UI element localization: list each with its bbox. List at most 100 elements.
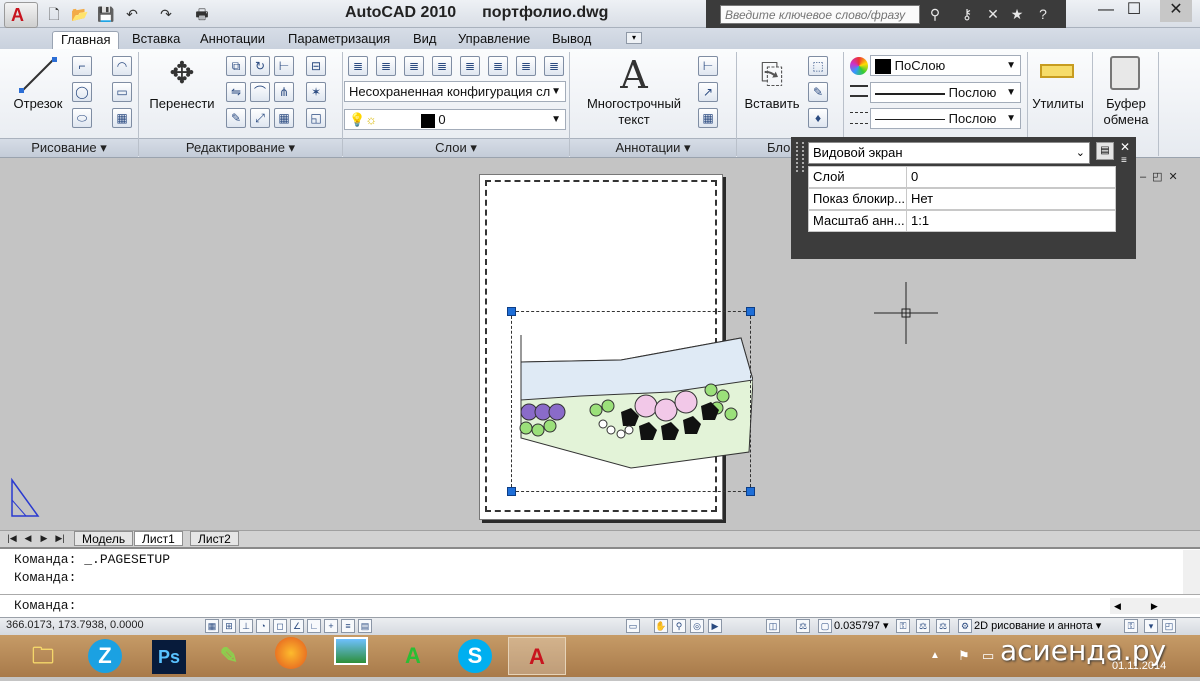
panel-annotation[interactable]: Аннотации ▾ xyxy=(570,138,736,157)
tab-sheet1[interactable]: Лист1 xyxy=(134,531,183,546)
explode-icon[interactable]: ✶ xyxy=(306,82,326,102)
tab-insert[interactable]: Вставка xyxy=(124,31,188,49)
polar-icon[interactable]: ◔ xyxy=(256,619,270,633)
panel-options-icon[interactable]: ≡ xyxy=(1121,155,1127,166)
photoshop-icon[interactable]: Ps xyxy=(140,637,198,675)
save-icon[interactable]: 💾 xyxy=(96,4,116,24)
open-icon[interactable]: 📂 xyxy=(70,4,90,24)
tab-home[interactable]: Главная xyxy=(52,31,120,49)
tray-flag-icon[interactable]: ⚑ xyxy=(958,648,970,664)
layer-state-combo[interactable]: Несохраненная конфигурация сл ▼ xyxy=(344,81,566,102)
mtext-button[interactable]: Многострочный текст xyxy=(578,96,690,128)
otrack-icon[interactable]: ∠ xyxy=(290,619,304,633)
new-icon[interactable]: 🗋 xyxy=(44,4,64,24)
linetype-combo[interactable]: Послою ▼ xyxy=(870,82,1021,103)
command-input[interactable]: Команда: xyxy=(14,598,1114,613)
ortho-icon[interactable]: ⊥ xyxy=(239,619,253,633)
ducs-icon[interactable]: ∟ xyxy=(307,619,321,633)
status-menu-icon[interactable]: ▾ xyxy=(1144,619,1158,633)
ellipse-icon[interactable]: ⬭ xyxy=(72,108,92,128)
panel-block[interactable]: Бло xyxy=(737,138,791,157)
move-button[interactable]: Перенести xyxy=(144,96,220,112)
viewport-grip[interactable] xyxy=(507,307,516,316)
favorites-icon[interactable]: ★ xyxy=(1006,4,1028,24)
skype-icon[interactable]: S xyxy=(446,637,504,675)
tray-expand-icon[interactable]: ▲ xyxy=(930,650,940,661)
erase-icon[interactable]: ⊟ xyxy=(306,56,326,76)
first-tab-icon[interactable]: |◀ xyxy=(6,532,18,545)
pan-icon[interactable]: ✋ xyxy=(654,619,668,633)
panel-modify[interactable]: Редактирование ▾ xyxy=(139,138,342,157)
drawing-window-controls[interactable]: –◰✕ xyxy=(1140,170,1184,183)
close-button[interactable]: ✕ xyxy=(1160,0,1192,22)
stretch-icon[interactable]: ✎ xyxy=(226,108,246,128)
key-icon[interactable]: ⚷ xyxy=(956,4,978,24)
lock-icon[interactable]: ⚿ xyxy=(896,619,910,633)
tab-annotate[interactable]: Аннотации xyxy=(192,31,273,49)
customize-icon[interactable]: ▤ xyxy=(1096,142,1114,160)
dyn-icon[interactable]: + xyxy=(324,619,338,633)
object-type-combo[interactable]: Видовой экран ⌄ xyxy=(808,142,1090,164)
create-block-icon[interactable]: ⬚ xyxy=(808,56,828,76)
viewport-grip[interactable] xyxy=(507,487,516,496)
rectangle-icon[interactable]: ▭ xyxy=(112,82,132,102)
steering-wheel-icon[interactable]: ◎ xyxy=(690,619,704,633)
application-menu-button[interactable]: A xyxy=(4,2,38,28)
annotation-scale-icon[interactable]: ⚖ xyxy=(796,619,810,633)
lineweight-toggle-icon[interactable]: ≡ xyxy=(341,619,355,633)
layer-combo[interactable]: 💡☼ 0 ▼ xyxy=(344,109,566,130)
arc-icon[interactable]: ◠ xyxy=(112,56,132,76)
fillet-icon[interactable]: ⌒ xyxy=(250,82,270,102)
utilities-button[interactable]: Утилиты xyxy=(1030,96,1086,112)
grid-icon[interactable]: ⊞ xyxy=(222,619,236,633)
image-viewer-icon[interactable] xyxy=(322,637,380,675)
layer-state-icon[interactable]: ≣ xyxy=(376,56,396,76)
insert-button[interactable]: Вставить xyxy=(740,96,804,112)
layer-off-icon[interactable]: ≣ xyxy=(516,56,536,76)
table-icon[interactable]: ▦ xyxy=(698,108,718,128)
toolbar-lock-icon[interactable]: ⚿ xyxy=(1124,619,1138,633)
mirror-axis-icon[interactable]: ⋔ xyxy=(274,82,294,102)
coordinates-readout[interactable]: 366.0173, 173.7938, 0.0000 xyxy=(6,619,144,631)
clipboard-button[interactable]: Буфер обмена xyxy=(1096,96,1156,128)
offset-icon[interactable]: ◱ xyxy=(306,108,326,128)
property-row[interactable]: Масштаб анн... 1:1 xyxy=(808,210,1116,232)
dimension-icon[interactable]: ⊢ xyxy=(698,56,718,76)
tab-manage[interactable]: Управление xyxy=(450,31,538,49)
attribute-icon[interactable]: ♦ xyxy=(808,108,828,128)
paper-model-icon[interactable]: ▭ xyxy=(626,619,640,633)
last-tab-icon[interactable]: ▶| xyxy=(54,532,66,545)
layer-previous-icon[interactable]: ≣ xyxy=(432,56,452,76)
viewport-frame[interactable] xyxy=(511,311,751,492)
redo-icon[interactable]: ↷ xyxy=(156,4,176,24)
edit-block-icon[interactable]: ✎ xyxy=(808,82,828,102)
array-icon[interactable]: ▦ xyxy=(274,108,294,128)
hatch-icon[interactable]: ▦ xyxy=(112,108,132,128)
tray-network-icon[interactable]: ▭ xyxy=(982,648,994,664)
lineweight-combo[interactable]: Послою ▼ xyxy=(870,108,1021,129)
next-tab-icon[interactable]: ▶ xyxy=(38,532,50,545)
panel-layers[interactable]: Слои ▾ xyxy=(343,138,569,157)
command-hscrollbar[interactable]: ◀▶ xyxy=(1110,598,1200,614)
tab-model[interactable]: Модель xyxy=(74,531,134,546)
command-scrollbar[interactable] xyxy=(1183,550,1200,594)
mirror-icon[interactable]: ⇋ xyxy=(226,82,246,102)
search-input[interactable] xyxy=(720,5,920,24)
maximize-viewport-icon[interactable]: ◫ xyxy=(766,619,780,633)
circle-icon[interactable]: ◯ xyxy=(72,82,92,102)
color-combo[interactable]: ПоСлою ▼ xyxy=(870,55,1021,76)
undo-icon[interactable]: ↶ xyxy=(122,4,142,24)
tab-sheet2[interactable]: Лист2 xyxy=(190,531,239,546)
quick-properties-icon[interactable]: ▤ xyxy=(358,619,372,633)
tab-output[interactable]: Вывод xyxy=(544,31,599,49)
autocad-2010-icon[interactable]: A xyxy=(508,637,566,675)
workspace-switch[interactable]: 2D рисование и аннота ▾ xyxy=(974,619,1101,632)
workspace-icon[interactable]: ⚙ xyxy=(958,619,972,633)
prev-tab-icon[interactable]: ◀ xyxy=(22,532,34,545)
scale-icon[interactable]: ⤢ xyxy=(250,108,270,128)
firefox-icon[interactable] xyxy=(262,637,320,675)
viewport-grip[interactable] xyxy=(746,487,755,496)
zoom-icon[interactable]: ⚲ xyxy=(672,619,686,633)
taskbar-clock[interactable]: 01.11.2014 xyxy=(1112,660,1166,672)
layer-freeze-icon[interactable]: ≣ xyxy=(544,56,564,76)
